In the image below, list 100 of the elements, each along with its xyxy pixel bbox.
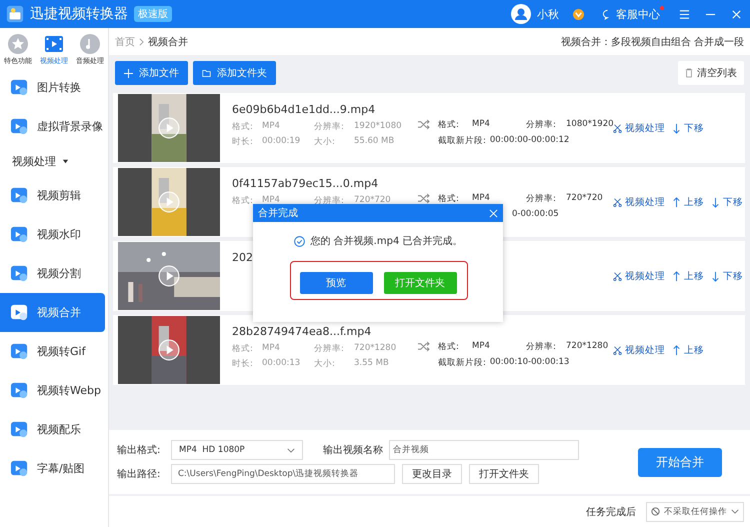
tool-icon [10,459,29,478]
after-task-label: 任务完成后 [586,506,636,518]
output-name-label: 输出视频名称 [323,444,383,457]
field-label: 格式: [438,192,460,204]
video-edit-link[interactable]: 视频处理 [613,344,665,356]
support-center-button[interactable]: 客服中心 [602,6,664,22]
tool-icon [10,420,29,439]
film-icon [44,34,64,54]
move-up-link[interactable]: 上移 [672,344,704,356]
preview-button[interactable]: 预览 [300,272,372,294]
sidebar-item[interactable]: 字幕/贴图 [0,449,105,488]
field-value: 720*1280 [566,340,608,352]
field-value: 3.55 MB [354,358,390,370]
tool-icon [10,225,29,244]
output-format-label: 输出格式: [117,444,162,457]
field-label: 时长: [232,358,254,370]
tool-icon [10,186,29,205]
sidebar-item[interactable]: 视频分割 [0,254,105,293]
sidebar-item[interactable]: 视频剪辑 [0,176,105,215]
sidebar-item[interactable]: 虚拟背景录像 [0,107,105,146]
page-hint: 视频合并：多段视频自由组合 合并成一段 [560,36,744,48]
close-icon[interactable] [489,208,498,218]
field-value: 720*1280 [354,343,398,355]
format-dropdown[interactable]: MP4 HD 1080P [171,440,303,460]
trash-icon [685,68,693,78]
play-icon[interactable] [158,339,180,361]
sidebar-item[interactable]: 视频配乐 [0,410,105,449]
down-arrow-icon [711,196,720,208]
scissors-icon [613,122,622,134]
file-name: 28b28749474ea8...f.mp4 [232,325,372,338]
field-label: 大小: [314,136,336,148]
tool-icon [10,78,29,97]
close-icon[interactable] [731,8,742,20]
music-note-icon [80,34,100,54]
open-folder-button[interactable]: 打开文件夹 [469,464,539,484]
up-arrow-icon [672,270,681,282]
dialog-message: 您的 合并视频.mp4 已合并完成。 [310,234,462,248]
sidebar-item[interactable]: 视频转Webp [0,371,105,410]
field-label: 分辨率: [314,121,345,133]
video-edit-link[interactable]: 视频处理 [613,196,665,208]
field-value: MP4 [262,195,281,207]
field-label: 分辨率: [526,118,557,130]
move-up-link[interactable]: 上移 [672,270,704,282]
chevron-icon [139,38,144,46]
tool-icon [10,342,29,361]
field-value: MP4 [262,343,281,355]
play-icon[interactable] [158,265,180,287]
output-name-field[interactable]: 合并视频 [389,440,579,460]
add-folder-button[interactable]: 添加文件夹 [193,61,276,85]
field-label: 大小: [314,358,336,370]
move-down-link[interactable]: 下移 [711,270,743,282]
vip-icon[interactable] [573,8,584,20]
change-directory-button[interactable]: 更改目录 [402,464,462,484]
move-down-link[interactable]: 下移 [672,122,704,134]
breadcrumb-current: 视频合并 [148,36,188,48]
section-header[interactable]: 视频处理 [0,146,108,176]
play-icon[interactable] [158,117,180,139]
field-label: 格式: [438,118,460,130]
sidebar-item[interactable]: 图片转换 [0,68,105,107]
field-label: 分辨率: [526,340,557,352]
edition-badge: 极速版 [134,6,172,22]
app-logo-icon [6,5,24,23]
field-label: 时长: [232,136,254,148]
chevron-down-icon [287,448,295,452]
folder-icon [202,68,211,78]
field-value: MP4 [262,121,281,133]
video-edit-link[interactable]: 视频处理 [613,122,665,134]
sidebar-item[interactable]: 视频水印 [0,215,105,254]
add-file-button[interactable]: 添加文件 [115,61,188,85]
field-label: 格式: [232,195,254,207]
sidebar-item[interactable]: 视频转Gif [0,332,105,371]
field-label: 格式: [232,343,254,355]
field-value: MP4 [472,340,491,352]
field-label: 截取新片段: [438,356,486,368]
field-value: 1920*1080 [354,121,403,133]
video-edit-link[interactable]: 视频处理 [613,270,665,282]
field-label: 截取新片段: [438,134,486,146]
field-value: 00:00:10-00:00:13 [490,356,570,368]
tool-icon [10,264,29,283]
after-task-dropdown[interactable]: 不采取任何操作 [646,502,744,522]
move-down-link[interactable]: 下移 [711,196,743,208]
avatar-icon[interactable] [511,4,531,24]
plus-icon [124,68,133,78]
clear-list-button[interactable]: 清空列表 [678,61,744,85]
tool-icon [10,117,29,136]
tool-icon [10,381,29,400]
field-value: 720*720 [354,195,392,207]
user-name[interactable]: 小秋 [537,6,559,22]
field-value: 00:00:19 [262,136,302,148]
field-label: 分辨率: [314,343,345,355]
field-value: MP4 [472,118,491,130]
up-arrow-icon [672,196,681,208]
start-merge-button[interactable]: 开始合并 [638,448,722,476]
move-up-link[interactable]: 上移 [672,196,704,208]
menu-icon[interactable] [679,8,690,20]
output-path-field[interactable]: C:\Users\FengPing\Desktop\迅捷视频转换器 [171,464,395,484]
file-name: 202 [232,251,254,264]
window-title: 迅捷视频转换器 [30,5,128,23]
field-label: 分辨率: [314,195,345,207]
sidebar-item[interactable]: 视频合并 [0,293,105,332]
